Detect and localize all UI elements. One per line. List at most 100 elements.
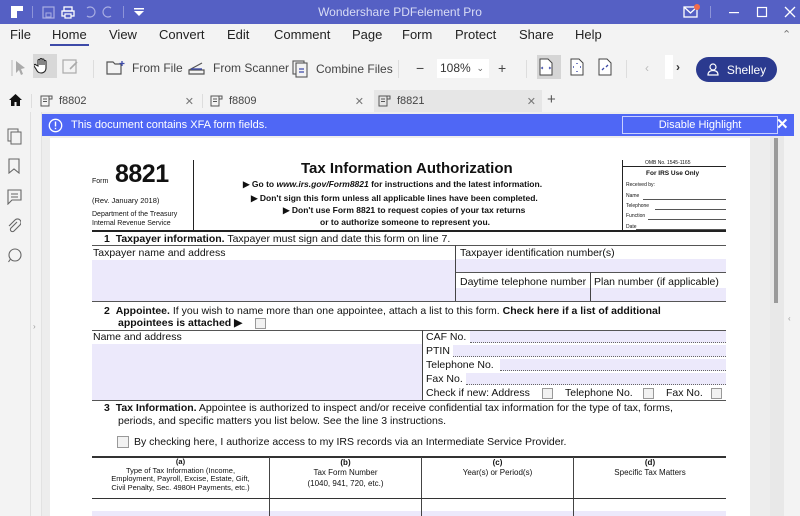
right-panel-strip: ‹ xyxy=(784,136,800,516)
additional-appointees-checkbox[interactable] xyxy=(255,318,266,329)
section-1-title: Taxpayer information. xyxy=(115,233,225,245)
tax-info-type-field[interactable] xyxy=(92,511,269,516)
form-title: Tax Information Authorization xyxy=(301,160,513,177)
close-tab-icon[interactable]: ✕ xyxy=(355,95,364,108)
column-b-letter: (b) xyxy=(340,458,351,467)
hand-tool-icon[interactable] xyxy=(33,54,57,78)
from-scanner-button[interactable]: From Scanner xyxy=(187,60,289,76)
chevron-down-icon: ⌄ xyxy=(476,63,484,73)
irs-name-label: Name xyxy=(626,193,640,199)
irs-use-only: For IRS Use Only xyxy=(646,170,700,177)
close-tab-icon[interactable]: ✕ xyxy=(185,95,194,108)
fit-width-icon[interactable] xyxy=(537,55,561,79)
thumbnails-icon[interactable] xyxy=(7,128,23,145)
combine-files-button[interactable]: Combine Files xyxy=(292,60,393,78)
column-c-line: Year(s) or Period(s) xyxy=(462,467,533,477)
tab-f8802[interactable]: f8802 ✕ xyxy=(36,90,200,112)
xfa-notice-message: This document contains XFA form fields. xyxy=(71,119,268,131)
menu-page[interactable]: Page xyxy=(352,27,382,42)
zoom-out-button[interactable]: − xyxy=(416,60,424,76)
maximize-icon[interactable] xyxy=(753,3,771,21)
expand-right-panel-icon[interactable]: ‹ xyxy=(788,314,791,323)
attachment-icon[interactable] xyxy=(7,218,23,234)
scroll-right-icon[interactable]: › xyxy=(676,60,680,74)
home-icon[interactable] xyxy=(8,93,23,112)
specific-matters-field[interactable] xyxy=(574,511,726,516)
new-telephone-checkbox[interactable] xyxy=(643,388,654,399)
from-file-button[interactable]: From File xyxy=(106,60,183,76)
section-2-line-2: appointees is attached ▶ xyxy=(118,317,243,329)
column-b-line: (1040, 941, 720, etc.) xyxy=(307,479,384,488)
tax-form-number-field[interactable] xyxy=(270,511,421,516)
undo-icon[interactable] xyxy=(81,3,99,21)
zoom-in-button[interactable]: + xyxy=(498,60,506,76)
menu-view[interactable]: View xyxy=(109,27,137,42)
tab-f8821[interactable]: f8821 ✕ xyxy=(374,90,542,112)
actual-size-icon[interactable] xyxy=(598,58,618,76)
menu-edit[interactable]: Edit xyxy=(227,27,249,42)
menu-home[interactable]: Home xyxy=(50,27,89,46)
user-icon xyxy=(707,63,719,76)
save-icon[interactable] xyxy=(39,3,57,21)
add-tab-button[interactable]: + xyxy=(547,91,556,108)
irs-link[interactable]: www.irs.gov/Form8821 xyxy=(276,179,368,189)
section-3-heading: 3 Tax Information. Appointee is authoriz… xyxy=(104,402,673,414)
user-account-button[interactable]: Shelley xyxy=(696,57,777,82)
search-icon[interactable] xyxy=(7,248,23,264)
toolbar: From File From Scanner Combine Files − +… xyxy=(0,48,800,90)
comments-icon[interactable] xyxy=(7,189,23,206)
close-tab-icon[interactable]: ✕ xyxy=(527,95,536,108)
menu-convert[interactable]: Convert xyxy=(159,27,205,42)
menu-help[interactable]: Help xyxy=(575,27,602,42)
column-d-line: Specific Tax Matters xyxy=(614,467,686,477)
scroll-left-icon[interactable]: ‹ xyxy=(645,61,649,75)
disable-highlight-button[interactable]: Disable Highlight xyxy=(622,116,778,134)
plan-number-label: Plan number (if applicable) xyxy=(594,276,719,288)
close-notice-icon[interactable]: ✕ xyxy=(776,115,789,133)
customize-dropdown-icon[interactable] xyxy=(130,3,148,21)
menu-comment[interactable]: Comment xyxy=(274,27,330,42)
document-icon xyxy=(210,95,223,107)
fit-page-icon[interactable] xyxy=(570,58,590,76)
minimize-icon[interactable] xyxy=(725,3,743,21)
section-2-heading: 2 Appointee. If you wish to name more th… xyxy=(104,305,661,317)
instruction-4: or to authorize someone to represent you… xyxy=(320,217,491,227)
sidebar-collapse-strip[interactable]: › xyxy=(31,112,42,516)
tin-field[interactable] xyxy=(456,259,726,272)
redo-icon[interactable] xyxy=(99,3,117,21)
edit-tool-icon[interactable] xyxy=(62,58,86,76)
tab-f8809[interactable]: f8809 ✕ xyxy=(206,90,370,112)
print-icon[interactable] xyxy=(59,3,77,21)
menu-protect[interactable]: Protect xyxy=(455,27,496,42)
column-d-letter: (d) xyxy=(644,458,656,467)
caf-label: CAF No. xyxy=(426,331,467,343)
vertical-scrollbar[interactable] xyxy=(770,136,784,516)
section-2-number: 2 xyxy=(104,305,110,317)
column-b-header: (b) Tax Form Number (1040, 941, 720, etc… xyxy=(270,458,421,489)
close-window-icon[interactable] xyxy=(781,3,799,21)
menu-form[interactable]: Form xyxy=(402,27,432,42)
from-file-label: From File xyxy=(132,61,183,75)
section-2-check-text: Check here if a list of additional xyxy=(502,305,661,317)
menu-file[interactable]: File xyxy=(10,27,31,42)
daytime-phone-field[interactable] xyxy=(456,288,590,301)
plan-number-field[interactable] xyxy=(591,288,726,301)
menu-share[interactable]: Share xyxy=(519,27,554,42)
mail-notification-icon[interactable] xyxy=(682,3,700,21)
scrollbar-thumb[interactable] xyxy=(774,138,778,303)
zoom-level-select[interactable]: 108% ⌄ xyxy=(437,59,489,78)
from-scanner-label: From Scanner xyxy=(213,61,290,75)
new-address-checkbox[interactable] xyxy=(542,388,553,399)
section-1-heading: 1 Taxpayer information. Taxpayer must si… xyxy=(104,233,450,245)
instruction-1: ▶ Go to www.irs.gov/Form8821 for instruc… xyxy=(243,179,542,190)
isp-authorize-checkbox[interactable] xyxy=(117,436,129,448)
bookmark-icon[interactable] xyxy=(7,158,23,175)
taxpayer-name-field[interactable] xyxy=(92,260,455,301)
collapse-ribbon-icon[interactable]: ⌃ xyxy=(782,28,791,41)
year-period-field[interactable] xyxy=(422,511,573,516)
expand-panel-icon[interactable]: › xyxy=(33,322,36,331)
select-tool-icon[interactable] xyxy=(10,58,34,78)
appointee-name-field[interactable] xyxy=(92,344,422,400)
new-fax-checkbox[interactable] xyxy=(711,388,722,399)
instruction-1-pre: ▶ Go to xyxy=(243,179,277,189)
